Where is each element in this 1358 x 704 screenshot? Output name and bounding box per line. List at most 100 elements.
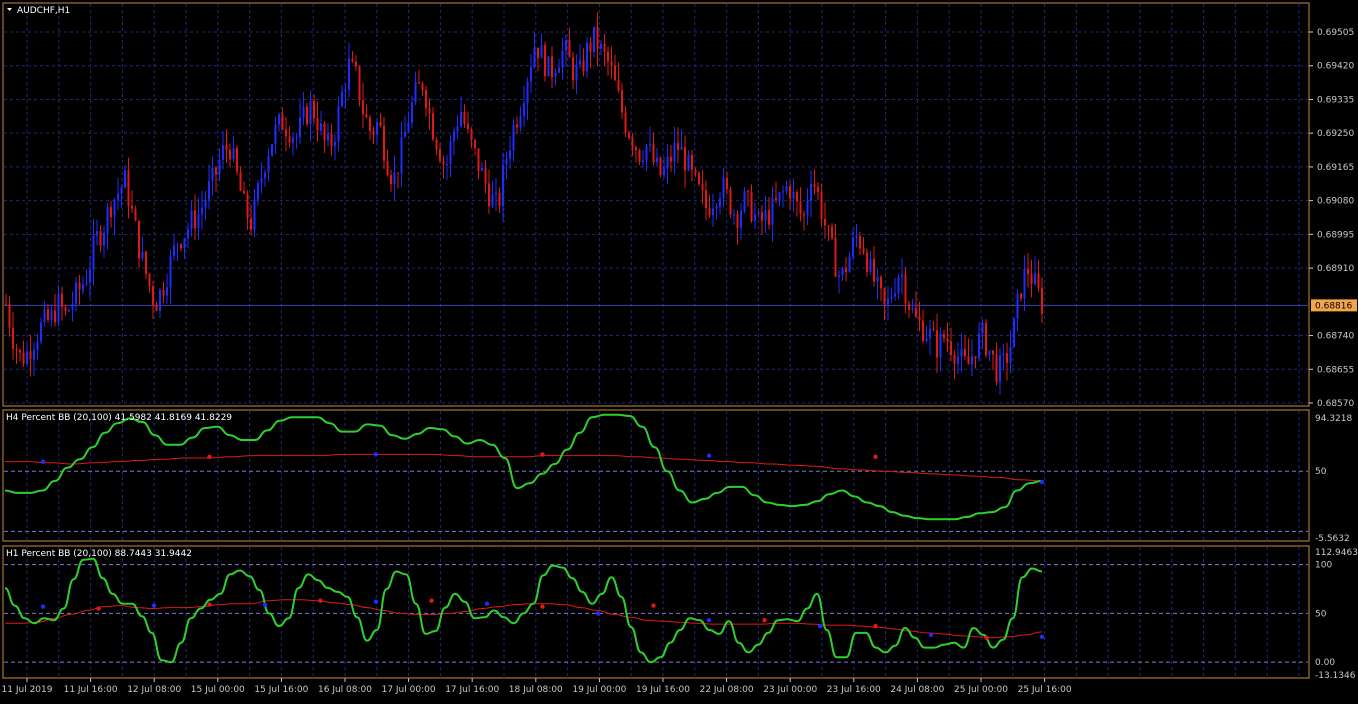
candle-body [1006, 353, 1008, 363]
candle-body [659, 157, 662, 176]
h4-pane-label: H4 Percent BB (20,100) 41.5982 41.8169 4… [6, 413, 232, 423]
candle-body [362, 100, 364, 114]
h1-y-tick-label: -13.1346 [1315, 671, 1356, 681]
y-tick-label: 0.68910 [1317, 264, 1354, 274]
candle-body [260, 178, 263, 184]
candle-body [551, 56, 553, 78]
candle-body [579, 60, 581, 65]
candle-body [1037, 273, 1040, 288]
candle-body [813, 184, 816, 187]
candle-body [1002, 353, 1005, 356]
candle-body [740, 210, 742, 228]
candle-body [638, 149, 641, 162]
candle-body [509, 150, 511, 159]
candle-body [603, 43, 606, 52]
candle-body [736, 214, 739, 228]
candle-body [453, 131, 455, 142]
candle-body [771, 197, 774, 225]
candle-body [540, 45, 543, 59]
candle-body [645, 145, 648, 161]
candle-body [267, 155, 270, 173]
candle-body [379, 122, 382, 126]
grid [4, 4, 1308, 677]
candle-body [15, 349, 18, 351]
candle-body [918, 316, 921, 321]
y-tick-label: 0.68740 [1317, 332, 1354, 342]
h1-indicator-pane[interactable] [4, 557, 1308, 664]
candle-body [673, 142, 676, 162]
candle-body [505, 158, 508, 165]
candle-body [124, 170, 126, 188]
chevron-down-icon[interactable] [7, 8, 12, 11]
candle-body [750, 191, 753, 221]
candle-body [145, 251, 147, 275]
candle-body [754, 214, 756, 221]
candle-body [201, 207, 203, 214]
candle-body [166, 287, 168, 296]
candle-body [190, 210, 193, 230]
candle-body [971, 356, 973, 365]
candle-body [421, 83, 424, 91]
candle-body [670, 156, 672, 162]
candle-body [292, 137, 294, 143]
candle-body [960, 348, 963, 357]
chart-window[interactable]: 11 Jul 2019 11 Jul 16:00 12 Jul 08:00 15 Ju… [0, 0, 1358, 700]
candle-body [232, 148, 235, 160]
candle-body [897, 277, 900, 294]
candle-body [1034, 273, 1036, 285]
candle-body [85, 282, 88, 285]
candle-body [743, 190, 746, 211]
candle-body [330, 133, 333, 146]
candle-body [64, 307, 67, 312]
candle-body [635, 147, 637, 150]
price-pane[interactable] [4, 11, 1308, 395]
candle-body [834, 238, 837, 277]
candle-body [600, 43, 602, 49]
candle-body [404, 132, 406, 137]
candle-body [929, 328, 931, 339]
candle-body [337, 106, 340, 142]
candle-body [799, 201, 802, 214]
candle-body [925, 338, 928, 341]
candle-body [432, 113, 434, 140]
h4-y-tick-label: -5.5632 [1315, 534, 1350, 544]
candle-body [110, 207, 112, 218]
candle-body [621, 90, 623, 113]
candle-body [320, 123, 322, 131]
x-tick-label: 17 Jul 16:00 [445, 685, 499, 695]
candle-body [768, 209, 770, 225]
candle-body [180, 244, 182, 249]
candle-body [572, 57, 574, 81]
candle-body [747, 190, 749, 192]
candle-body [806, 200, 809, 216]
candle-body [12, 327, 14, 350]
h1-pane-label: H1 Percent BB (20,100) 88.7443 31.9442 [6, 549, 192, 559]
candle-body [936, 330, 938, 358]
h1-cross-dot [484, 601, 490, 606]
h4-indicator-pane[interactable] [4, 413, 1308, 532]
candle-body [719, 197, 721, 207]
candle-body [512, 124, 515, 151]
chart-canvas[interactable]: 11 Jul 2019 11 Jul 16:00 12 Jul 08:00 15 Ju… [0, 0, 1358, 700]
candle-body [159, 289, 161, 311]
candle-body [593, 26, 595, 52]
x-tick-label: 11 Jul 2019 [2, 685, 53, 695]
candle-body [516, 124, 518, 128]
candle-body [523, 103, 525, 116]
candle-body [327, 133, 329, 141]
candle-body [397, 172, 399, 174]
candle-body [446, 163, 448, 165]
candle-body [131, 205, 133, 209]
candle-body [344, 89, 347, 92]
candle-body [785, 186, 788, 192]
candle-body [624, 112, 627, 133]
candle-body [792, 192, 795, 199]
candle-body [400, 136, 403, 174]
candle-body [36, 341, 39, 350]
candle-body [120, 187, 123, 194]
candle-body [796, 192, 798, 202]
candle-body [257, 183, 259, 200]
candle-body [369, 117, 371, 131]
candle-body [113, 199, 116, 218]
candle-body [215, 167, 217, 175]
